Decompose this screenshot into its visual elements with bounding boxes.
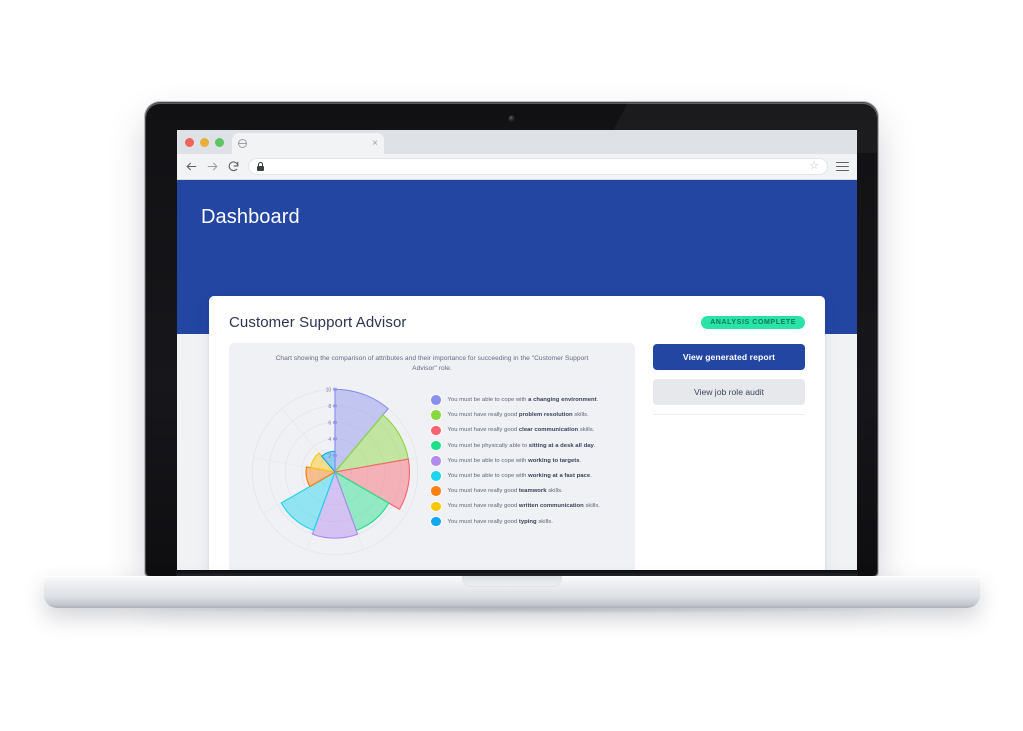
browser-tab-strip: × xyxy=(177,130,857,154)
legend-color-swatch xyxy=(431,425,441,436)
bookmark-star-icon[interactable]: ☆ xyxy=(809,161,819,172)
close-window-button[interactable] xyxy=(185,138,194,147)
chart-panel: Chart showing the comparison of attribut… xyxy=(229,343,635,570)
legend-item[interactable]: You must have really good teamwork skill… xyxy=(431,484,623,499)
window-controls xyxy=(185,138,224,147)
polar-chart-svg: 2 4 6 8 10 xyxy=(251,388,419,556)
legend-color-swatch xyxy=(431,486,441,496)
legend-item[interactable]: You must have really good clear communic… xyxy=(431,423,623,438)
view-job-role-audit-button[interactable]: View job role audit xyxy=(653,379,805,405)
legend-color-swatch xyxy=(431,410,441,420)
hamburger-menu-icon[interactable] xyxy=(836,161,849,172)
card-body: Chart showing the comparison of attribut… xyxy=(229,343,805,570)
status-badge: ANALYSIS COMPLETE xyxy=(701,316,805,329)
axis-tick-label: 4 xyxy=(328,437,331,443)
axis-tick-label: 8 xyxy=(328,404,331,410)
legend-item[interactable]: You must have really good typing skills. xyxy=(431,514,623,529)
forward-arrow-icon[interactable] xyxy=(206,160,219,173)
legend-label: You must have really good problem resolu… xyxy=(447,412,589,419)
legend-label: You must have really good clear communic… xyxy=(447,427,595,434)
legend-color-swatch xyxy=(431,440,441,451)
maximize-window-button[interactable] xyxy=(215,138,224,147)
divider xyxy=(653,414,805,415)
address-bar[interactable]: ☆ xyxy=(248,158,828,175)
chart-row: 2 4 6 8 10 You must be able to cope with a c… xyxy=(241,378,623,570)
axis-tick-mark xyxy=(333,421,337,425)
chart-legend: You must be able to cope with a changing… xyxy=(429,378,623,529)
close-icon[interactable]: × xyxy=(372,138,378,149)
legend-label: You must have really good typing skills. xyxy=(447,518,553,525)
laptop-screen: × ☆ Dashboard Customer Support Advisor A… xyxy=(177,130,857,570)
legend-item[interactable]: You must have really good written commun… xyxy=(431,499,623,514)
legend-color-swatch xyxy=(431,501,441,512)
axis-tick-mark xyxy=(333,454,337,458)
view-generated-report-button[interactable]: View generated report xyxy=(653,344,805,370)
axis-tick-mark xyxy=(333,404,337,408)
legend-label: You must have really good written commun… xyxy=(447,503,600,510)
browser-tab[interactable]: × xyxy=(232,133,384,154)
laptop-base-notch xyxy=(462,576,562,587)
polar-area-chart: 2 4 6 8 10 xyxy=(241,378,429,570)
globe-icon xyxy=(237,139,247,148)
legend-color-swatch xyxy=(431,471,441,481)
legend-label: You must be physically able to sitting a… xyxy=(447,442,596,449)
legend-label: You must be able to cope with working at… xyxy=(447,472,592,479)
axis-tick-label: 6 xyxy=(328,421,331,427)
chart-caption: Chart showing the comparison of attribut… xyxy=(275,355,589,373)
axis-tick-mark xyxy=(333,437,337,441)
action-panel: View generated report View job role audi… xyxy=(653,343,805,570)
legend-item[interactable]: You must have really good problem resolu… xyxy=(431,408,623,423)
reload-icon[interactable] xyxy=(227,160,240,173)
lock-icon xyxy=(257,162,264,171)
page-viewport: Dashboard Customer Support Advisor ANALY… xyxy=(177,180,857,570)
axis-tick-mark xyxy=(333,388,337,392)
page-title: Dashboard xyxy=(201,206,300,228)
axis-tick-label: 2 xyxy=(328,454,331,460)
laptop-base xyxy=(44,576,980,608)
legend-label: You must be able to cope with a changing… xyxy=(447,397,599,404)
legend-color-swatch xyxy=(431,516,441,527)
legend-color-swatch xyxy=(431,395,441,405)
axis-tick-label: 10 xyxy=(326,388,332,394)
analysis-card: Customer Support Advisor ANALYSIS COMPLE… xyxy=(209,296,825,570)
legend-label: You must have really good teamwork skill… xyxy=(447,488,563,495)
laptop-mockup: × ☆ Dashboard Customer Support Advisor A… xyxy=(0,0,1023,731)
legend-item[interactable]: You must be physically able to sitting a… xyxy=(431,438,623,453)
card-header: Customer Support Advisor ANALYSIS COMPLE… xyxy=(229,314,805,331)
card-title: Customer Support Advisor xyxy=(229,314,407,331)
webcam-icon xyxy=(508,116,514,121)
legend-label: You must be able to cope with working to… xyxy=(447,457,582,464)
browser-toolbar: ☆ xyxy=(177,154,857,180)
minimize-window-button[interactable] xyxy=(200,138,209,147)
legend-item[interactable]: You must be able to cope with a changing… xyxy=(431,392,623,407)
back-arrow-icon[interactable] xyxy=(185,160,198,173)
legend-item[interactable]: You must be able to cope with working at… xyxy=(431,468,623,483)
legend-item[interactable]: You must be able to cope with working to… xyxy=(431,453,623,468)
legend-color-swatch xyxy=(431,456,441,466)
